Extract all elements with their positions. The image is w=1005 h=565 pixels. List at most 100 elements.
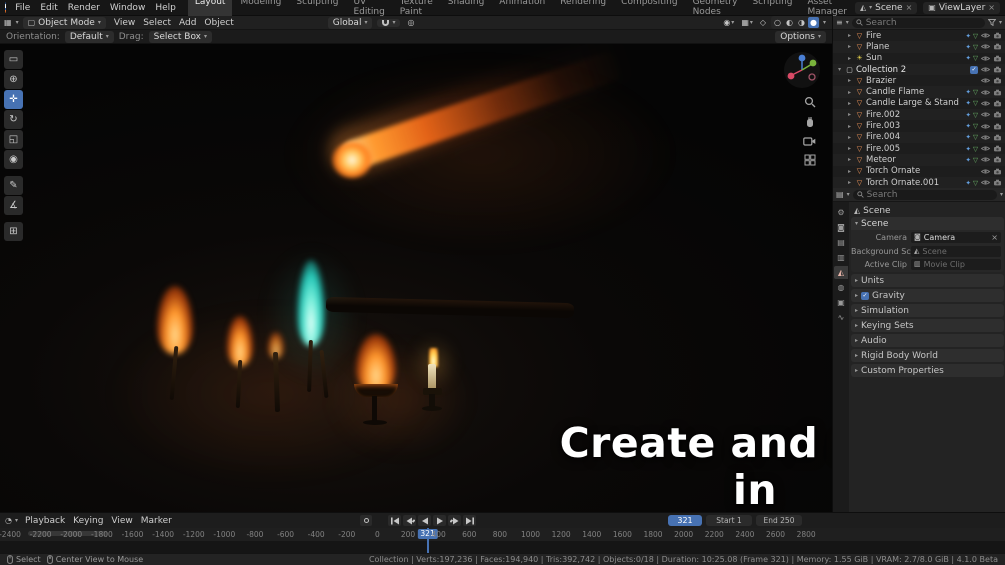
viewport-menu-add[interactable]: Add bbox=[175, 18, 200, 28]
remove-view-layer-icon[interactable]: × bbox=[988, 3, 995, 12]
disclosure-triangle-icon[interactable]: ▸ bbox=[846, 55, 853, 62]
disable-render-camera-icon[interactable] bbox=[992, 55, 1002, 62]
options-dropdown[interactable]: Options ▾ bbox=[775, 31, 826, 43]
tool-rotate[interactable]: ↻ bbox=[4, 110, 23, 129]
navigation-gizmo[interactable] bbox=[784, 52, 820, 88]
blender-logo-icon[interactable] bbox=[5, 2, 6, 13]
view-layer-selector[interactable]: ▣ ViewLayer × bbox=[923, 2, 1000, 14]
hide-viewport-eye-icon[interactable] bbox=[980, 156, 990, 163]
outliner-item-fire[interactable]: ▸ ▽ Fire ✦▽ bbox=[833, 30, 1005, 41]
torch-flame-1[interactable] bbox=[157, 286, 193, 354]
properties-search-input[interactable]: Search bbox=[853, 190, 997, 200]
outliner-item-fire-005[interactable]: ▸ ▽ Fire.005 ✦▽ bbox=[833, 143, 1005, 154]
camera-view-icon[interactable] bbox=[803, 136, 816, 146]
disclosure-triangle-icon[interactable]: ▸ bbox=[846, 77, 853, 84]
shading-wireframe-icon[interactable]: ○ bbox=[772, 17, 783, 28]
hide-viewport-eye-icon[interactable] bbox=[980, 66, 990, 73]
disable-render-camera-icon[interactable] bbox=[992, 123, 1002, 130]
viewport-menu-view[interactable]: View bbox=[110, 18, 139, 28]
outliner-item-meteor[interactable]: ▸ ▽ Meteor ✦▽ bbox=[833, 154, 1005, 165]
disable-render-camera-icon[interactable] bbox=[992, 77, 1002, 84]
auto-keying-button[interactable] bbox=[360, 515, 372, 526]
outliner-item-plane[interactable]: ▸ ▽ Plane ✦▽ bbox=[833, 41, 1005, 52]
timeline-menu-view[interactable]: View bbox=[107, 516, 136, 526]
overlays-dropdown[interactable]: ▦▾ bbox=[739, 17, 755, 28]
timeline-menu-playback[interactable]: Playback bbox=[21, 516, 69, 526]
disable-render-camera-icon[interactable] bbox=[992, 111, 1002, 118]
menu-edit[interactable]: Edit bbox=[35, 3, 62, 13]
prev-keyframe-button[interactable] bbox=[403, 515, 416, 526]
outliner-item-collection-2[interactable]: ▸ ▢ Collection 2 ✓ bbox=[833, 64, 1005, 75]
disclosure-triangle-icon[interactable]: ▸ bbox=[846, 43, 853, 50]
outliner-item-candle-large-stand[interactable]: ▸ ▽ Candle Large & Stand ✦▽ bbox=[833, 98, 1005, 109]
disclosure-triangle-icon[interactable]: ▸ bbox=[846, 179, 853, 186]
hide-viewport-eye-icon[interactable] bbox=[980, 43, 990, 50]
hide-viewport-eye-icon[interactable] bbox=[980, 145, 990, 152]
gravity-checkbox[interactable]: ✓ bbox=[861, 292, 869, 300]
frame-start-field[interactable]: Start 1 bbox=[706, 515, 752, 526]
tool-scale[interactable]: ◱ bbox=[4, 130, 23, 149]
disable-render-camera-icon[interactable] bbox=[992, 134, 1002, 141]
background-scene-field[interactable]: ◭ Scene bbox=[911, 246, 1001, 257]
disclosure-triangle-icon[interactable]: ▸ bbox=[846, 145, 853, 152]
clear-camera-icon[interactable]: × bbox=[991, 233, 998, 242]
disclosure-triangle-icon[interactable]: ▸ bbox=[846, 89, 853, 96]
mode-dropdown[interactable]: ▢ Object Mode ▾ bbox=[23, 17, 106, 29]
disable-render-camera-icon[interactable] bbox=[992, 100, 1002, 107]
timeline-menu-keying[interactable]: Keying bbox=[69, 516, 107, 526]
disable-render-camera-icon[interactable] bbox=[992, 168, 1002, 175]
hide-viewport-eye-icon[interactable] bbox=[980, 179, 990, 186]
candle-body[interactable] bbox=[428, 364, 436, 390]
shading-material-icon[interactable]: ◑ bbox=[796, 17, 807, 28]
xray-toggle-icon[interactable]: ◇ bbox=[758, 17, 768, 28]
tool-cursor[interactable]: ⊕ bbox=[4, 70, 23, 89]
transform-orientation-dropdown[interactable]: Global ▾ bbox=[328, 17, 373, 29]
disable-render-camera-icon[interactable] bbox=[992, 156, 1002, 163]
scene-selector[interactable]: ◭ ▾ Scene × bbox=[855, 2, 917, 14]
properties-tab-view-layer[interactable]: ▥ bbox=[834, 251, 848, 264]
properties-tab-world[interactable]: ◍ bbox=[834, 281, 848, 294]
properties-tab-output[interactable]: ▤ bbox=[834, 236, 848, 249]
hide-viewport-eye-icon[interactable] bbox=[980, 77, 990, 84]
scene-panel-header[interactable]: ▾ Scene bbox=[851, 217, 1004, 230]
collection-checkbox[interactable]: ✓ bbox=[970, 66, 978, 74]
outliner-item-brazier[interactable]: ▸ ▽ Brazier bbox=[833, 75, 1005, 86]
tool-move[interactable]: ✛ bbox=[4, 90, 23, 109]
hide-viewport-eye-icon[interactable] bbox=[980, 111, 990, 118]
menu-window[interactable]: Window bbox=[105, 3, 151, 13]
hide-viewport-eye-icon[interactable] bbox=[980, 55, 990, 62]
show-gizmo-dropdown[interactable]: ◉▾ bbox=[721, 17, 736, 28]
tool-select-box[interactable]: ▭ bbox=[4, 50, 23, 69]
proportional-editing-icon[interactable]: ◎ bbox=[405, 17, 416, 28]
meteor-head[interactable] bbox=[332, 142, 372, 178]
outliner-item-torch-ornate[interactable]: ▸ ▽ Torch Ornate bbox=[833, 166, 1005, 177]
play-button[interactable] bbox=[433, 515, 446, 526]
hide-viewport-eye-icon[interactable] bbox=[980, 32, 990, 39]
menu-file[interactable]: File bbox=[10, 3, 35, 13]
jump-to-end-button[interactable] bbox=[463, 515, 476, 526]
hide-viewport-eye-icon[interactable] bbox=[980, 100, 990, 107]
disclosure-triangle-icon[interactable]: ▸ bbox=[846, 156, 853, 163]
panel-rigid-body-world[interactable]: ▸ Rigid Body World bbox=[851, 349, 1004, 362]
disclosure-triangle-icon[interactable]: ▸ bbox=[846, 100, 853, 107]
camera-field[interactable]: ◙ Camera × bbox=[911, 232, 1001, 243]
panel-simulation[interactable]: ▸ Simulation bbox=[851, 304, 1004, 317]
menu-render[interactable]: Render bbox=[63, 3, 105, 13]
snap-dropdown[interactable]: ▾ bbox=[377, 19, 400, 27]
disclosure-triangle-icon[interactable]: ▸ bbox=[846, 123, 853, 130]
outliner-editor-icon[interactable]: ≡ bbox=[836, 18, 843, 27]
disclosure-triangle-icon[interactable]: ▸ bbox=[846, 134, 853, 141]
shading-rendered-icon[interactable]: ● bbox=[808, 17, 819, 28]
tool-annotate[interactable]: ✎ bbox=[4, 176, 23, 195]
timeline-menu-marker[interactable]: Marker bbox=[137, 516, 176, 526]
orthographic-grid-icon[interactable] bbox=[804, 154, 816, 166]
properties-tab-object[interactable]: ▣ bbox=[834, 296, 848, 309]
viewport-3d[interactable]: ▭⊕✛↻◱◉✎∡⊞ Create and ajust in real time bbox=[0, 44, 832, 512]
outliner-item-sun[interactable]: ▸ ☀ Sun ✦▽ bbox=[833, 53, 1005, 64]
editor-type-icon[interactable]: ▦ bbox=[4, 18, 12, 27]
disable-render-camera-icon[interactable] bbox=[992, 32, 1002, 39]
properties-tab-render[interactable]: ◙ bbox=[834, 221, 848, 234]
disclosure-triangle-icon[interactable]: ▸ bbox=[846, 168, 853, 175]
hide-viewport-eye-icon[interactable] bbox=[980, 89, 990, 96]
shading-solid-icon[interactable]: ◐ bbox=[784, 17, 795, 28]
